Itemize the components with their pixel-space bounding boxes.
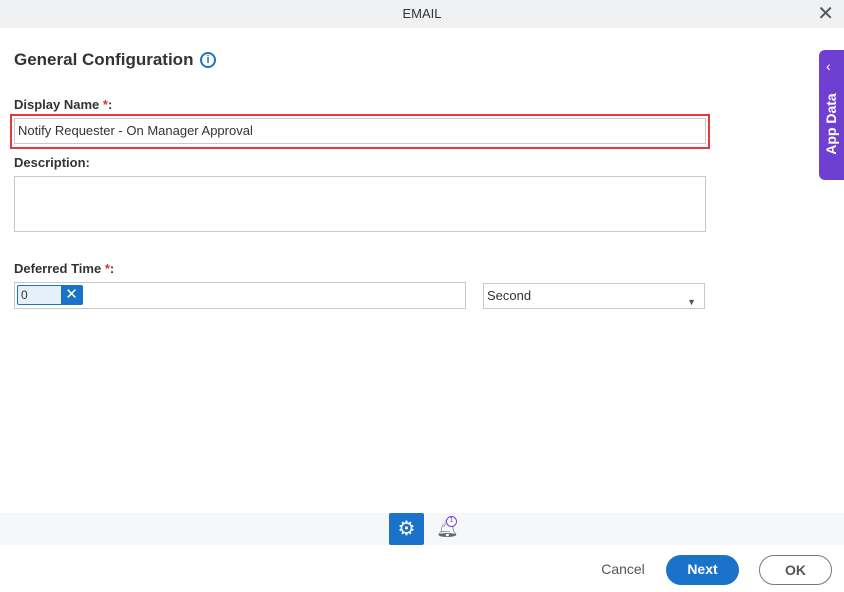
description-textarea[interactable] (14, 176, 706, 232)
description-label: Description: (14, 155, 90, 170)
info-icon[interactable]: i (200, 52, 216, 68)
notification-badge: 1 (446, 516, 457, 527)
dropdown-arrow-icon: ▼ (687, 297, 696, 307)
ok-button[interactable]: OK (759, 555, 832, 585)
next-button[interactable]: Next (666, 555, 739, 585)
deferred-time-value: 0 (21, 288, 28, 302)
dialog-title: EMAIL (402, 6, 442, 21)
close-icon[interactable]: ✕ (817, 4, 834, 24)
gear-icon[interactable]: ⚙ (389, 513, 424, 545)
deferred-time-chip: 0 ✕ (17, 285, 83, 305)
dialog-titlebar: EMAIL ✕ (0, 0, 844, 28)
section-title: General Configuration (14, 50, 194, 69)
display-name-label: Display Name *: (14, 97, 113, 112)
remove-icon[interactable]: ✕ (61, 286, 82, 304)
deferred-time-label: Deferred Time *: (14, 261, 115, 276)
app-data-panel-toggle[interactable]: ‹ App Data (819, 50, 844, 180)
display-name-input[interactable]: Notify Requester - On Manager Approval (14, 118, 706, 144)
app-data-label: App Data (823, 93, 839, 155)
time-unit-value: Second (487, 288, 532, 303)
cancel-button[interactable]: Cancel (592, 555, 654, 585)
chevron-left-icon: ‹ (826, 58, 831, 74)
time-unit-select[interactable]: Second ▼ (483, 283, 705, 309)
